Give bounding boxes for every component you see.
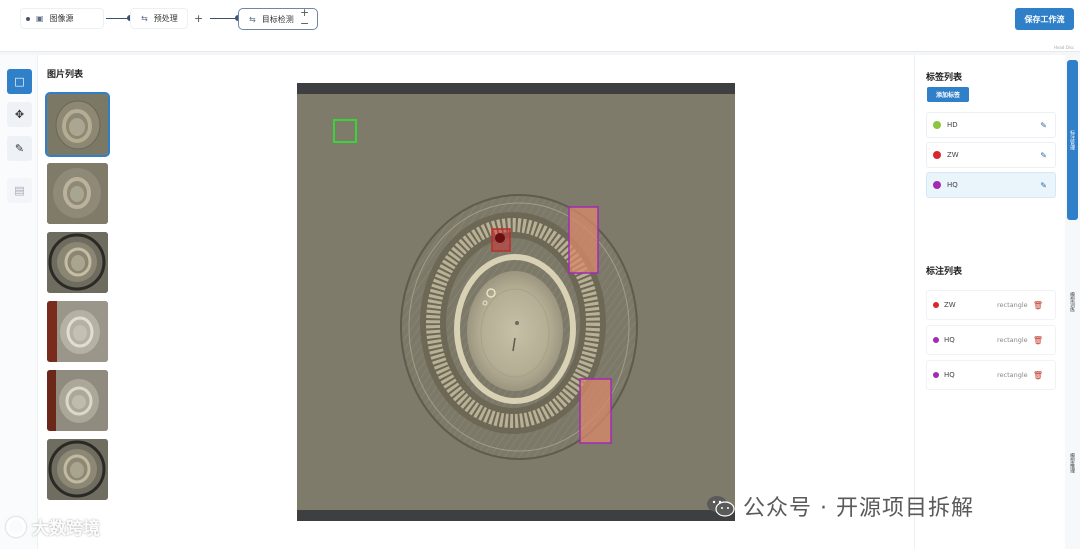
top-toolbar: ▣ 图像源 ⇆ 预处理 + ⇆ 目标检测 + − 保存工作流 Head Disc xyxy=(0,0,1080,52)
trash-icon[interactable]: 🗑 xyxy=(1033,371,1043,380)
save-workflow-button[interactable]: 保存工作流 xyxy=(1015,8,1074,30)
edit-icon[interactable]: ✎ xyxy=(1040,121,1047,130)
label-color-dot xyxy=(933,151,941,159)
image-thumbnail[interactable] xyxy=(47,163,108,224)
label-color-dot xyxy=(933,121,941,129)
image-icon: ▣ xyxy=(36,14,44,23)
save-tool-button[interactable]: ▤ xyxy=(7,178,32,203)
rectangle-tool-button[interactable]: □ xyxy=(7,69,32,94)
pipeline-node-label: 预处理 xyxy=(153,14,178,23)
watermark-left: 大数跨境 xyxy=(6,514,100,539)
edit-icon[interactable]: ✎ xyxy=(1040,181,1047,190)
right-panel: 标签列表 添加标签 HD ✎ ZW ✎ HQ ✎ 标注列表 ZW rectang… xyxy=(914,55,1065,549)
annotation-item[interactable]: HQ rectangle 🗑 xyxy=(926,360,1056,390)
process-icon: ⇆ xyxy=(141,14,148,23)
label-item-hd[interactable]: HD ✎ xyxy=(926,112,1056,138)
logo-icon xyxy=(6,516,26,537)
annotation-type: rectangle xyxy=(997,371,1028,379)
add-label-button[interactable]: 添加标签 xyxy=(927,87,969,102)
annotation-item[interactable]: HQ rectangle 🗑 xyxy=(926,325,1056,355)
move-tool-button[interactable]: ✥ xyxy=(7,102,32,127)
pipeline-connector xyxy=(210,15,241,21)
tab-model-inference[interactable]: 模型推理 xyxy=(1067,443,1078,483)
image-list-title: 图片列表 xyxy=(47,70,84,80)
wechat-icon xyxy=(707,496,735,517)
label-name: HD xyxy=(947,121,958,129)
annotation-color-dot xyxy=(933,302,939,308)
label-name: HQ xyxy=(947,181,958,189)
version-note: Head Disc xyxy=(1054,45,1075,50)
port-dot-icon xyxy=(26,16,30,21)
trash-icon[interactable]: 🗑 xyxy=(1033,301,1043,310)
annotation-item[interactable]: ZW rectangle 🗑 xyxy=(926,290,1056,320)
label-name: ZW xyxy=(947,151,959,159)
label-item-zw[interactable]: ZW ✎ xyxy=(926,142,1056,168)
annotation-label: ZW xyxy=(944,301,956,309)
watermark-right-text: 公众号 · 开源项目拆解 xyxy=(743,496,974,521)
square-icon: □ xyxy=(14,75,25,88)
annotation-canvas[interactable] xyxy=(297,83,735,521)
pipeline-node-label: 图像源 xyxy=(49,14,74,23)
annotation-type: rectangle xyxy=(997,301,1028,309)
tab-annotation-management[interactable]: 标注管理 xyxy=(1067,60,1078,220)
side-tab-bar: 标注管理 模型训练 模型推理 xyxy=(1065,55,1080,549)
trash-icon[interactable]: 🗑 xyxy=(1033,336,1043,345)
image-thumbnail[interactable] xyxy=(45,92,110,157)
pipeline-node-image-source[interactable]: ▣ 图像源 xyxy=(20,8,104,29)
edit-icon[interactable]: ✎ xyxy=(1040,151,1047,160)
image-thumbnail[interactable] xyxy=(47,439,108,500)
hq-annotation-box xyxy=(568,206,599,274)
annotation-label: HQ xyxy=(944,371,955,379)
watermark-left-text: 大数跨境 xyxy=(32,519,100,539)
label-item-hq[interactable]: HQ ✎ xyxy=(926,172,1056,198)
image-thumbnail[interactable] xyxy=(47,232,108,293)
annotation-label: HQ xyxy=(944,336,955,344)
move-icon: ✥ xyxy=(14,108,25,121)
image-thumbnail[interactable] xyxy=(47,370,108,431)
hq-annotation-box xyxy=(579,378,612,444)
pipeline-node-label: 目标检测 xyxy=(261,14,294,24)
pipeline-node-preprocess[interactable]: ⇆ 预处理 xyxy=(130,8,188,29)
annotation-color-dot xyxy=(933,337,939,343)
add-node-icon[interactable]: + xyxy=(194,13,203,24)
watermark-right: 公众号 · 开源项目拆解 xyxy=(705,490,974,522)
edit-icon: ✎ xyxy=(14,142,25,155)
annotation-color-dot xyxy=(933,372,939,378)
annotation-type: rectangle xyxy=(997,336,1028,344)
annotation-list-title: 标注列表 xyxy=(926,267,963,277)
tool-column: □ ✥ ✎ ▤ xyxy=(0,55,38,549)
detect-icon: ⇆ xyxy=(249,14,256,24)
edit-tool-button[interactable]: ✎ xyxy=(7,136,32,161)
image-thumbnail[interactable] xyxy=(47,301,108,362)
collapse-node-icon[interactable]: − xyxy=(300,18,309,29)
save-icon: ▤ xyxy=(14,184,25,197)
image-list-panel: 图片列表 xyxy=(38,55,116,549)
label-list-title: 标签列表 xyxy=(926,73,963,83)
tab-model-training[interactable]: 模型训练 xyxy=(1067,277,1078,327)
label-color-dot xyxy=(933,181,941,189)
pipeline-connector xyxy=(106,15,133,21)
